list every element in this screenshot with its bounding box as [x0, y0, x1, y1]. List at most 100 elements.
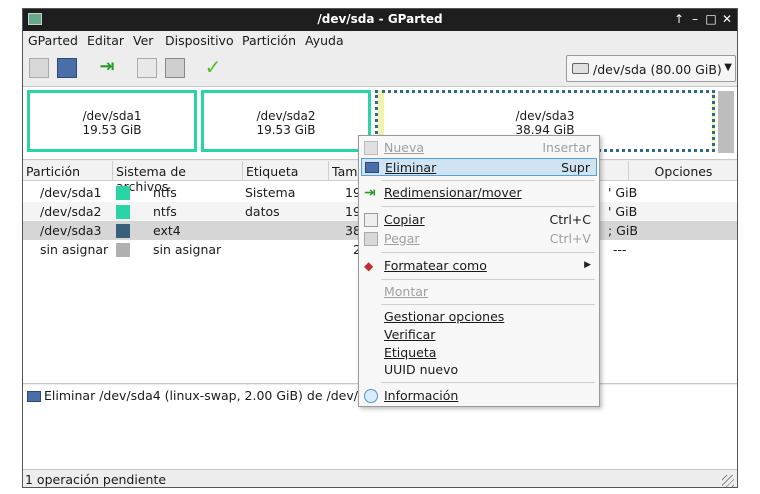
cell-fs: ext4: [153, 223, 181, 238]
device-label: /dev/sda (80.00 GiB): [593, 62, 722, 77]
diskmap-name: /dev/sda1: [82, 109, 142, 123]
menu-item-nueva[interactable]: Nueva Insertar: [361, 139, 597, 157]
disk-icon: [572, 63, 589, 74]
cell-partition: sin asignar: [40, 242, 109, 257]
menu-item-gestionar[interactable]: Gestionar opciones: [361, 308, 597, 326]
diskmap-scrollbar[interactable]: [718, 91, 734, 153]
operation-text[interactable]: Eliminar /dev/sda4 (linux-swap, 2.00 GiB…: [44, 388, 372, 403]
menu-item-informacion[interactable]: Información: [361, 387, 597, 405]
cell-fs: sin asignar: [153, 242, 222, 257]
fs-color-swatch: [116, 186, 130, 200]
copy-icon: [364, 213, 378, 227]
col-etiqueta[interactable]: Etiqueta: [243, 161, 329, 181]
resize-grip[interactable]: [722, 475, 734, 487]
menu-item-label: Nueva: [384, 140, 425, 155]
menu-separator: [381, 180, 595, 181]
menu-item-label: Formatear como: [384, 258, 487, 273]
diskmap-size: 19.53 GiB: [256, 123, 316, 137]
menu-item-label: Pegar: [384, 231, 420, 246]
paste-icon[interactable]: [165, 58, 185, 78]
minimize-button[interactable]: –: [687, 11, 703, 28]
menu-item-copiar[interactable]: Copiar Ctrl+C: [361, 211, 597, 229]
info-icon: [364, 389, 378, 403]
menu-item-eliminar[interactable]: Eliminar Supr: [361, 158, 597, 176]
menu-item-label: Información: [384, 388, 459, 403]
cell-tail: ---: [613, 242, 627, 257]
cell-partition: /dev/sda3: [40, 223, 102, 238]
menu-item-label: Etiqueta: [384, 345, 437, 360]
chevron-down-icon: ▼: [724, 62, 732, 73]
status-bar: 1 operación pendiente: [23, 471, 737, 487]
menu-separator: [381, 279, 595, 280]
cell-partition: /dev/sda1: [40, 185, 102, 200]
menu-dispositivo[interactable]: Dispositivo: [165, 33, 234, 48]
context-menu: Nueva Insertar Eliminar Supr ⇥ Redimensi…: [358, 135, 600, 407]
menu-item-label: Copiar: [384, 212, 425, 227]
toolbar: ⇥ ✓ /dev/sda (80.00 GiB) ▼: [23, 52, 737, 87]
menu-separator: [381, 304, 595, 305]
menu-item-formatear[interactable]: ◆ Formatear como ▶: [361, 257, 597, 275]
cell-fs: ntfs: [153, 185, 177, 200]
apply-icon[interactable]: ✓: [203, 57, 223, 78]
cell-tail: ' GiB: [608, 204, 638, 219]
device-selector[interactable]: /dev/sda (80.00 GiB) ▼: [566, 55, 736, 82]
menu-bar: GParted Editar Ver Dispositivo Partición…: [23, 31, 737, 51]
window-title: /dev/sda - GParted: [317, 12, 443, 26]
menu-ver[interactable]: Ver: [133, 33, 153, 48]
menu-item-label: Gestionar opciones: [384, 309, 505, 324]
fs-color-swatch: [116, 205, 130, 219]
col-particion[interactable]: Partición: [23, 161, 113, 181]
menu-item-label: Montar: [384, 284, 429, 299]
maximize-button[interactable]: □: [703, 11, 719, 28]
keep-above-button[interactable]: ↑: [671, 11, 687, 28]
submenu-arrow-icon: ▶: [584, 260, 591, 270]
menu-item-verificar[interactable]: Verificar: [361, 326, 597, 344]
copy-icon[interactable]: [137, 58, 157, 78]
menu-particion[interactable]: Partición: [242, 33, 296, 48]
menu-item-label: Redimensionar/mover: [384, 185, 522, 200]
cell-tail: ; GiB: [608, 223, 638, 238]
cell-tail: ' GiB: [608, 185, 638, 200]
menu-item-label: Verificar: [384, 327, 436, 342]
delete-icon: [27, 391, 41, 402]
title-bar: /dev/sda - GParted ↑ – □ ✕: [23, 9, 737, 31]
diskmap-partition-sda2[interactable]: /dev/sda2 19.53 GiB: [201, 90, 371, 152]
col-opciones[interactable]: Opciones: [629, 161, 737, 181]
new-icon[interactable]: [29, 58, 49, 78]
fs-color-swatch: [116, 224, 130, 238]
col-sistema[interactable]: Sistema de archivos: [113, 161, 243, 194]
menu-item-label: Eliminar: [385, 160, 437, 175]
format-icon: ◆: [364, 259, 374, 273]
menu-separator: [381, 252, 595, 253]
menu-item-accel: Supr: [561, 160, 590, 175]
diskmap-name: /dev/sda3: [515, 109, 575, 123]
new-icon: [364, 141, 378, 155]
paste-icon: [364, 232, 378, 246]
menu-ayuda[interactable]: Ayuda: [305, 33, 344, 48]
resize-icon: ⇥: [364, 185, 376, 201]
menu-item-redimensionar[interactable]: ⇥ Redimensionar/mover: [361, 184, 597, 202]
menu-item-label: UUID nuevo: [384, 362, 459, 377]
close-button[interactable]: ✕: [719, 11, 735, 28]
cell-fs: ntfs: [153, 204, 177, 219]
status-text: 1 operación pendiente: [25, 472, 167, 487]
menu-separator: [381, 206, 595, 207]
diskmap-size: 19.53 GiB: [82, 123, 142, 137]
menu-gparted[interactable]: GParted: [28, 33, 78, 48]
menu-item-accel: Insertar: [542, 140, 591, 155]
diskmap-partition-sda1[interactable]: /dev/sda1 19.53 GiB: [27, 90, 197, 152]
resize-icon[interactable]: ⇥: [97, 58, 117, 78]
menu-separator: [381, 382, 595, 383]
menu-item-montar[interactable]: Montar: [361, 283, 597, 301]
menu-item-pegar[interactable]: Pegar Ctrl+V: [361, 230, 597, 248]
menu-item-etiqueta[interactable]: Etiqueta: [361, 344, 597, 362]
fs-color-swatch: [116, 243, 130, 257]
delete-icon[interactable]: [57, 58, 77, 78]
menu-editar[interactable]: Editar: [87, 33, 124, 48]
menu-item-uuid[interactable]: UUID nuevo: [361, 361, 597, 379]
delete-icon: [365, 162, 379, 173]
menu-item-accel: Ctrl+C: [549, 212, 591, 227]
cell-label: Sistema: [245, 185, 296, 200]
diskmap-name: /dev/sda2: [256, 109, 316, 123]
cell-partition: /dev/sda2: [40, 204, 102, 219]
